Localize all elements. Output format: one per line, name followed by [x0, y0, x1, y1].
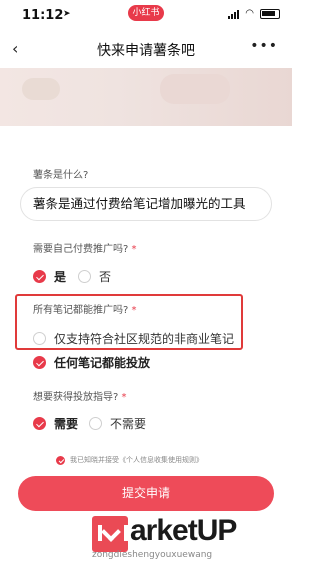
- required-mark: *: [131, 244, 137, 255]
- radio-unchecked-icon[interactable]: [78, 270, 91, 283]
- radio-checked-icon[interactable]: [33, 356, 46, 369]
- option-not-need[interactable]: 不需要: [89, 415, 146, 432]
- app-badge: 小红书: [128, 5, 164, 21]
- banner-decor: [22, 78, 60, 100]
- system-icons: ◠: [228, 8, 280, 19]
- checkbox-checked-icon[interactable]: [56, 455, 65, 465]
- consent-text: 我已知晓并接受《个人信息收集使用规则》: [70, 456, 203, 464]
- option-label: 否: [99, 270, 112, 284]
- banner-decor: [160, 74, 230, 104]
- question-text: 需要自己付费推广吗?: [33, 244, 129, 255]
- submit-button[interactable]: 提交申请: [18, 476, 274, 511]
- option-need[interactable]: 需要: [33, 415, 78, 432]
- signal-icon: [228, 9, 240, 19]
- question-label-self-pay: 需要自己付费推广吗? *: [33, 240, 137, 255]
- radio-checked-icon[interactable]: [33, 270, 46, 283]
- option-label: 需要: [54, 417, 79, 431]
- page-title: 快来申请薯条吧: [97, 43, 195, 59]
- banner-image: [0, 68, 292, 126]
- status-bar: 11:12 ➤ 小红书 ◠: [0, 0, 292, 30]
- radio-checked-icon[interactable]: [33, 417, 46, 430]
- question-text: 想要获得投放指导?: [33, 392, 119, 403]
- option-label: 是: [54, 270, 67, 284]
- nav-bar: ‹ 快来申请薯条吧 •••: [0, 30, 292, 68]
- clock: 11:12: [22, 8, 64, 23]
- highlight-annotation: [15, 294, 243, 350]
- option-no[interactable]: 否: [78, 268, 111, 285]
- brand-logo-icon: [92, 516, 128, 552]
- location-arrow-icon: ➤: [63, 9, 71, 19]
- option-any-note[interactable]: 任何笔记都能投放: [33, 354, 150, 371]
- more-options-icon[interactable]: •••: [250, 38, 278, 54]
- option-yes[interactable]: 是: [33, 268, 66, 285]
- question-label-guidance: 想要获得投放指导? *: [33, 388, 127, 403]
- wifi-icon: ◠: [245, 8, 254, 19]
- radio-unchecked-icon[interactable]: [89, 417, 102, 430]
- option-label: 不需要: [110, 417, 147, 431]
- question-label-what-is: 薯条是什么?: [33, 170, 89, 181]
- option-label: 任何笔记都能投放: [54, 356, 151, 370]
- watermark: arketUP zongdieshengyouxuewang: [92, 514, 292, 565]
- answer-field[interactable]: 薯条是通过付费给笔记增加曝光的工具: [20, 187, 272, 221]
- watermark-subtext: zongdieshengyouxuewang: [92, 550, 213, 560]
- battery-icon: [260, 8, 280, 19]
- watermark-brand: arketUP: [130, 514, 237, 547]
- required-mark: *: [121, 392, 127, 403]
- consent-checkbox[interactable]: 我已知晓并接受《个人信息收集使用规则》: [56, 455, 203, 465]
